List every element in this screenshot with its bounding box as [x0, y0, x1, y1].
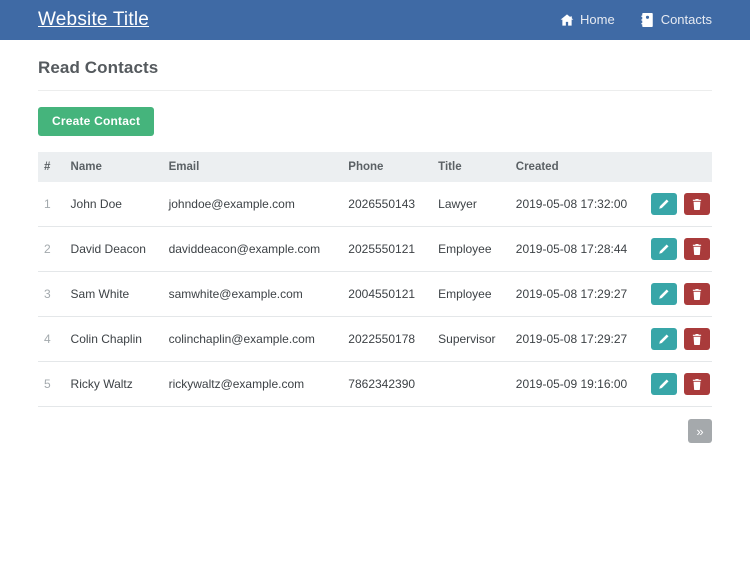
cell-created: 2019-05-08 17:28:44	[509, 226, 637, 273]
table-row: 4 Colin Chaplin colinchaplin@example.com…	[38, 316, 712, 363]
column-header-created: Created	[509, 152, 637, 183]
address-book-icon	[641, 13, 655, 27]
edit-contact-button[interactable]	[650, 283, 677, 306]
delete-contact-button[interactable]	[684, 328, 710, 351]
create-contact-button[interactable]: Create Contact	[38, 107, 155, 137]
cell-title: Lawyer	[432, 182, 510, 228]
delete-contact-button[interactable]	[684, 238, 710, 261]
cell-actions	[636, 182, 712, 228]
cell-phone: 2004550121	[342, 271, 433, 318]
column-header-name: Name	[64, 152, 163, 183]
table-row: 2 David Deacon daviddeacon@example.com 2…	[38, 226, 712, 273]
cell-phone: 2022550178	[342, 316, 433, 363]
cell-title: Supervisor	[432, 316, 510, 363]
cell-email: samwhite@example.com	[162, 271, 343, 318]
pagination: »	[38, 407, 712, 444]
cell-created: 2019-05-08 17:29:27	[509, 316, 637, 363]
contacts-table: # Name Email Phone Title Created 1 John …	[38, 152, 712, 408]
nav-link-home-label: Home	[580, 12, 615, 27]
cell-index: 2	[38, 226, 65, 273]
cell-title: Employee	[432, 226, 510, 273]
nav-link-home[interactable]: Home	[560, 0, 615, 40]
cell-created: 2019-05-08 17:29:27	[509, 271, 637, 318]
delete-contact-button[interactable]	[684, 373, 710, 396]
pagination-next-button[interactable]: »	[688, 419, 712, 444]
title-divider	[38, 90, 712, 91]
cell-name: Sam White	[64, 271, 163, 318]
cell-index: 3	[38, 271, 65, 318]
navbar-links: Home Contacts	[560, 0, 712, 40]
column-header-phone: Phone	[342, 152, 433, 183]
nav-link-contacts[interactable]: Contacts	[641, 0, 712, 40]
top-navbar: Website Title Home Contacts	[0, 0, 750, 40]
cell-email: daviddeacon@example.com	[162, 226, 343, 273]
cell-email: colinchaplin@example.com	[162, 316, 343, 363]
column-header-index: #	[38, 152, 65, 183]
cell-actions	[636, 361, 712, 408]
column-header-title: Title	[432, 152, 510, 183]
contacts-table-head: # Name Email Phone Title Created	[38, 152, 712, 183]
cell-email: johndoe@example.com	[162, 182, 343, 228]
cell-title: Employee	[432, 271, 510, 318]
cell-created: 2019-05-08 17:32:00	[509, 182, 637, 228]
cell-name: John Doe	[64, 182, 163, 228]
cell-name: Colin Chaplin	[64, 316, 163, 363]
home-icon	[560, 13, 574, 27]
cell-name: David Deacon	[64, 226, 163, 273]
edit-contact-button[interactable]	[650, 328, 677, 351]
cell-index: 1	[38, 182, 65, 228]
column-header-actions	[636, 152, 712, 183]
brand-title[interactable]: Website Title	[38, 0, 149, 40]
column-header-email: Email	[162, 152, 343, 183]
cell-actions	[636, 271, 712, 318]
cell-actions	[636, 226, 712, 273]
nav-link-contacts-label: Contacts	[660, 12, 712, 27]
cell-email: rickywaltz@example.com	[162, 361, 343, 408]
cell-name: Ricky Waltz	[64, 361, 163, 408]
delete-contact-button[interactable]	[684, 283, 710, 306]
table-row: 3 Sam White samwhite@example.com 2004550…	[38, 271, 712, 318]
cell-phone: 7862342390	[342, 361, 433, 408]
cell-phone: 2025550121	[342, 226, 433, 273]
contacts-table-body: 1 John Doe johndoe@example.com 202655014…	[38, 182, 712, 408]
table-row: 5 Ricky Waltz rickywaltz@example.com 786…	[38, 361, 712, 408]
cell-phone: 2026550143	[342, 182, 433, 228]
cell-index: 5	[38, 361, 65, 408]
table-header-row: # Name Email Phone Title Created	[38, 152, 712, 183]
page-title: Read Contacts	[38, 58, 159, 77]
main-content: Read Contacts Create Contact # Name Emai…	[0, 40, 750, 444]
cell-actions	[636, 316, 712, 363]
edit-contact-button[interactable]	[650, 238, 677, 261]
cell-index: 4	[38, 316, 65, 363]
edit-contact-button[interactable]	[650, 193, 677, 216]
delete-contact-button[interactable]	[684, 193, 710, 216]
edit-contact-button[interactable]	[650, 373, 677, 396]
cell-title	[432, 361, 510, 408]
table-row: 1 John Doe johndoe@example.com 202655014…	[38, 182, 712, 228]
create-button-row: Create Contact	[38, 107, 712, 152]
cell-created: 2019-05-09 19:16:00	[509, 361, 637, 408]
